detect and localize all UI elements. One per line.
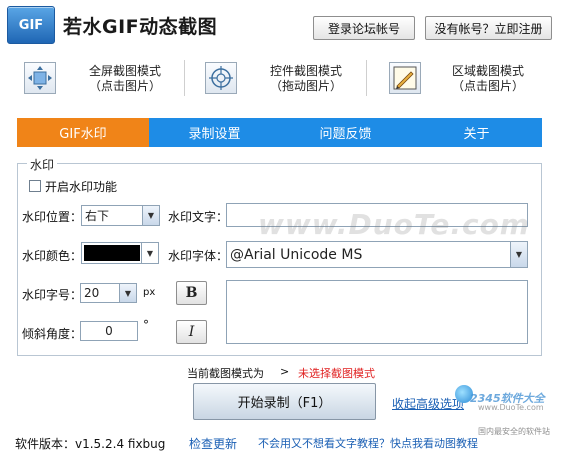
position-select[interactable]: 右下 ▼ [81,205,160,226]
enable-watermark-label[interactable]: 开启水印功能 [45,178,117,195]
watermark-legend: 水印 [27,156,58,173]
login-forum-button[interactable]: 登录论坛帐号 [313,16,415,40]
region-pencil-icon [393,66,417,90]
collapse-advanced-link[interactable]: 收起高级选项 [392,395,464,412]
mode-title: 区域截图模式 [451,64,524,78]
position-value: 右下 [85,209,110,223]
tab-about[interactable]: 关于 [411,118,542,147]
font-label: 水印字体： [168,249,229,263]
mode-status-arrow: > [280,365,290,378]
size-value: 20 [84,286,100,300]
chevron-down-icon[interactable]: ▼ [142,206,159,225]
divider [184,60,185,96]
angle-unit: ° [143,318,149,332]
start-record-button[interactable]: 开始录制（F1） [193,383,376,420]
chevron-down-icon[interactable]: ▼ [141,243,158,263]
mode-status-label: 当前截图模式为 [187,367,264,380]
region-mode-label[interactable]: 区域截图模式 （点击图片） [433,64,543,94]
mode-status-value: 未选择截图模式 [298,367,375,380]
2345-logo-url: www.DuoTe.com [478,403,544,412]
app-title: 若水GIF动态截图 [63,16,218,38]
font-value: @Arial Unicode MS [230,246,363,263]
text-label: 水印文字： [168,210,229,224]
mode-hint: （拖动图片） [269,79,342,93]
font-select[interactable]: @Arial Unicode MS ▼ [226,241,528,268]
enable-watermark-checkbox[interactable] [29,180,41,192]
color-label: 水印颜色： [22,249,83,263]
divider [366,60,367,96]
fullscreen-mode-label[interactable]: 全屏截图模式 （点击图片） [70,64,180,94]
fullscreen-mode-button[interactable] [24,62,56,94]
chevron-down-icon[interactable]: ▼ [119,284,136,302]
angle-label: 倾斜角度： [22,327,83,341]
angle-input[interactable]: 0 [80,321,138,341]
bold-button[interactable]: B [176,281,207,305]
color-select[interactable]: ▼ [81,242,159,264]
check-update-link[interactable]: 检查更新 [189,435,237,452]
control-mode-label[interactable]: 控件截图模式 （拖动图片） [251,64,361,94]
tutorial-link[interactable]: 不会用又不想看文字教程？快点我看动图教程 [258,435,478,451]
size-select[interactable]: 20 ▼ [80,283,137,303]
tab-record-settings[interactable]: 录制设置 [149,118,280,147]
register-button[interactable]: 没有帐号？立即注册 [425,16,552,40]
region-mode-button[interactable] [389,62,421,94]
crosshair-icon [209,66,233,90]
tab-feedback[interactable]: 问题反馈 [280,118,411,147]
mode-hint: （点击图片） [88,79,161,93]
color-swatch [84,245,140,261]
size-unit: px [143,287,156,298]
watermark-preview-textarea[interactable] [226,280,528,344]
fullscreen-move-icon [28,66,52,90]
italic-button[interactable]: I [176,320,207,344]
control-mode-button[interactable] [205,62,237,94]
app-logo: GIF [7,6,55,44]
mode-title: 全屏截图模式 [88,64,161,78]
chevron-down-icon[interactable]: ▼ [510,242,527,267]
tab-bar: GIF水印 录制设置 问题反馈 关于 [17,118,542,147]
size-label: 水印字号： [22,288,83,302]
2345-logo-subtitle: 国内最安全的软件站 [478,427,550,436]
mode-title: 控件截图模式 [269,64,342,78]
version-text: 软件版本：v1.5.2.4 fixbug [15,437,166,451]
position-label: 水印位置： [22,210,83,224]
tab-gif-watermark[interactable]: GIF水印 [17,118,149,147]
site-watermark: www.DuoTe.com [258,208,530,241]
mode-hint: （点击图片） [451,79,524,93]
